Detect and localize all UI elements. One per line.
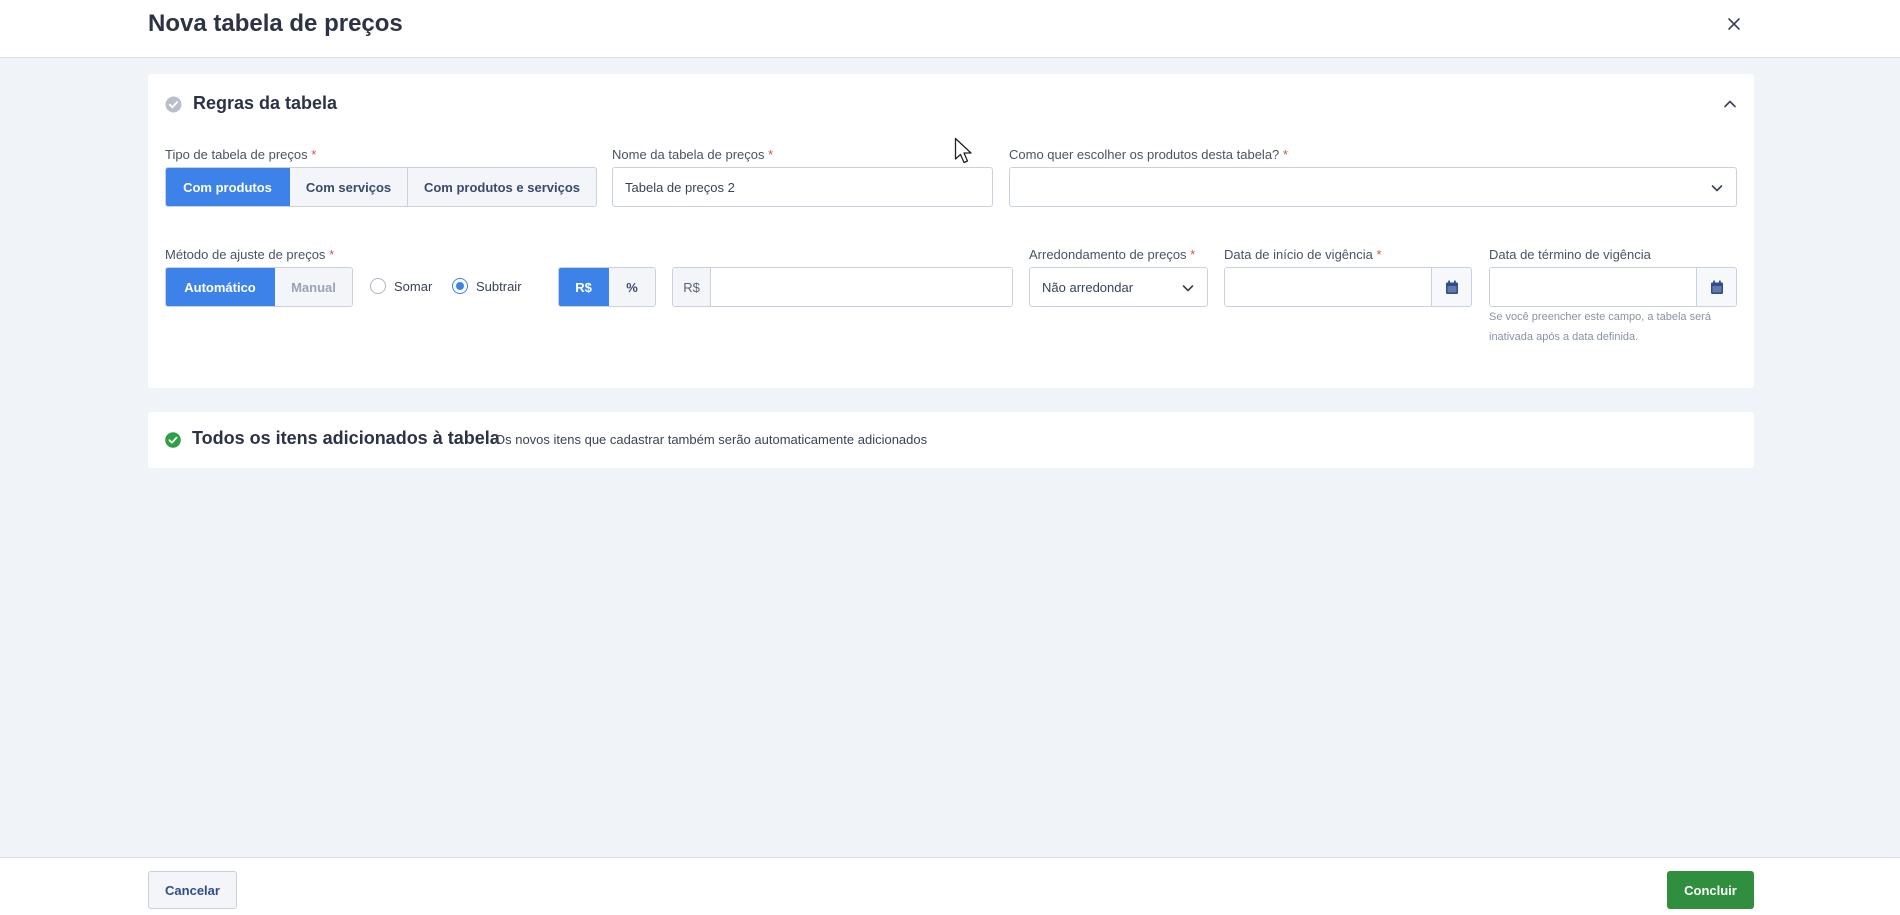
modal-header: Nova tabela de preços (0, 0, 1900, 58)
close-icon (1728, 18, 1740, 30)
radio-subtract-label: Subtrair (476, 278, 522, 294)
price-type-label: Tipo de tabela de preços * (165, 147, 317, 162)
page-title: Nova tabela de preços (148, 10, 403, 37)
amount-input[interactable] (711, 268, 1012, 306)
radio-subtract[interactable]: Subtrair (452, 278, 522, 294)
price-type-products[interactable]: Com produtos (166, 168, 290, 206)
price-type-services[interactable]: Com serviços (290, 168, 408, 206)
start-date-input[interactable] (1225, 268, 1431, 306)
end-date-field (1489, 267, 1737, 307)
rounding-select[interactable]: Não arredondar (1029, 267, 1208, 307)
product-choice-select[interactable] (1009, 167, 1737, 207)
end-date-input[interactable] (1490, 268, 1696, 306)
table-name-label: Nome da tabela de preços * (612, 147, 774, 162)
table-name-input[interactable] (612, 167, 993, 207)
price-type-products-services[interactable]: Com produtos e serviços (408, 168, 596, 206)
unit-toggle: R$ % (558, 267, 656, 307)
radio-add-label: Somar (394, 278, 433, 294)
cancel-button[interactable]: Cancelar (148, 871, 237, 909)
start-date-field (1224, 267, 1472, 307)
items-card: Todos os itens adicionados à tabela Os n… (148, 412, 1754, 468)
chevron-down-icon (1182, 285, 1194, 292)
items-card-subtitle: Os novos itens que cadastrar também serã… (495, 432, 928, 447)
adjust-method-automatic[interactable]: Automático (166, 268, 275, 306)
start-date-label: Data de início de vigência * (1224, 247, 1382, 262)
items-card-title: Todos os itens adicionados à tabela (192, 428, 500, 448)
unit-percent[interactable]: % (609, 268, 655, 306)
check-circle-icon (165, 432, 181, 448)
rules-card-title: Regras da tabela (193, 93, 338, 113)
adjust-method-manual[interactable]: Manual (275, 268, 352, 306)
end-date-label: Data de término de vigência (1489, 247, 1651, 262)
radio-add[interactable]: Somar (370, 278, 432, 294)
check-circle-icon (165, 96, 182, 113)
end-date-calendar-button[interactable] (1696, 268, 1736, 306)
radio-subtract-dot (452, 278, 468, 294)
adjust-method-toggle: Automático Manual (165, 267, 353, 307)
close-button[interactable] (1722, 12, 1746, 36)
collapse-button[interactable] (1722, 96, 1738, 112)
product-choice-label: Como quer escolher os produtos desta tab… (1009, 147, 1288, 162)
rounding-value: Não arredondar (1042, 279, 1134, 295)
end-date-hint: Se você preencher este campo, a tabela s… (1489, 311, 1711, 343)
adjust-method-label: Método de ajuste de preços * (165, 247, 335, 262)
price-type-toggle: Com produtos Com serviços Com produtos e… (165, 167, 597, 207)
amount-prefix: R$ (673, 268, 711, 306)
rounding-label: Arredondamento de preços * (1029, 247, 1196, 262)
modal-footer: Cancelar Concluir (0, 857, 1900, 915)
radio-add-dot (370, 278, 386, 294)
calendar-icon (1710, 280, 1723, 294)
chevron-up-icon (1724, 100, 1736, 108)
unit-currency[interactable]: R$ (559, 268, 609, 306)
rules-card: Regras da tabela Tipo de tabela de preço… (148, 74, 1754, 388)
start-date-calendar-button[interactable] (1431, 268, 1471, 306)
amount-field: R$ (672, 267, 1013, 307)
chevron-down-icon (1711, 185, 1723, 192)
done-button[interactable]: Concluir (1667, 871, 1754, 909)
calendar-icon (1445, 280, 1458, 294)
